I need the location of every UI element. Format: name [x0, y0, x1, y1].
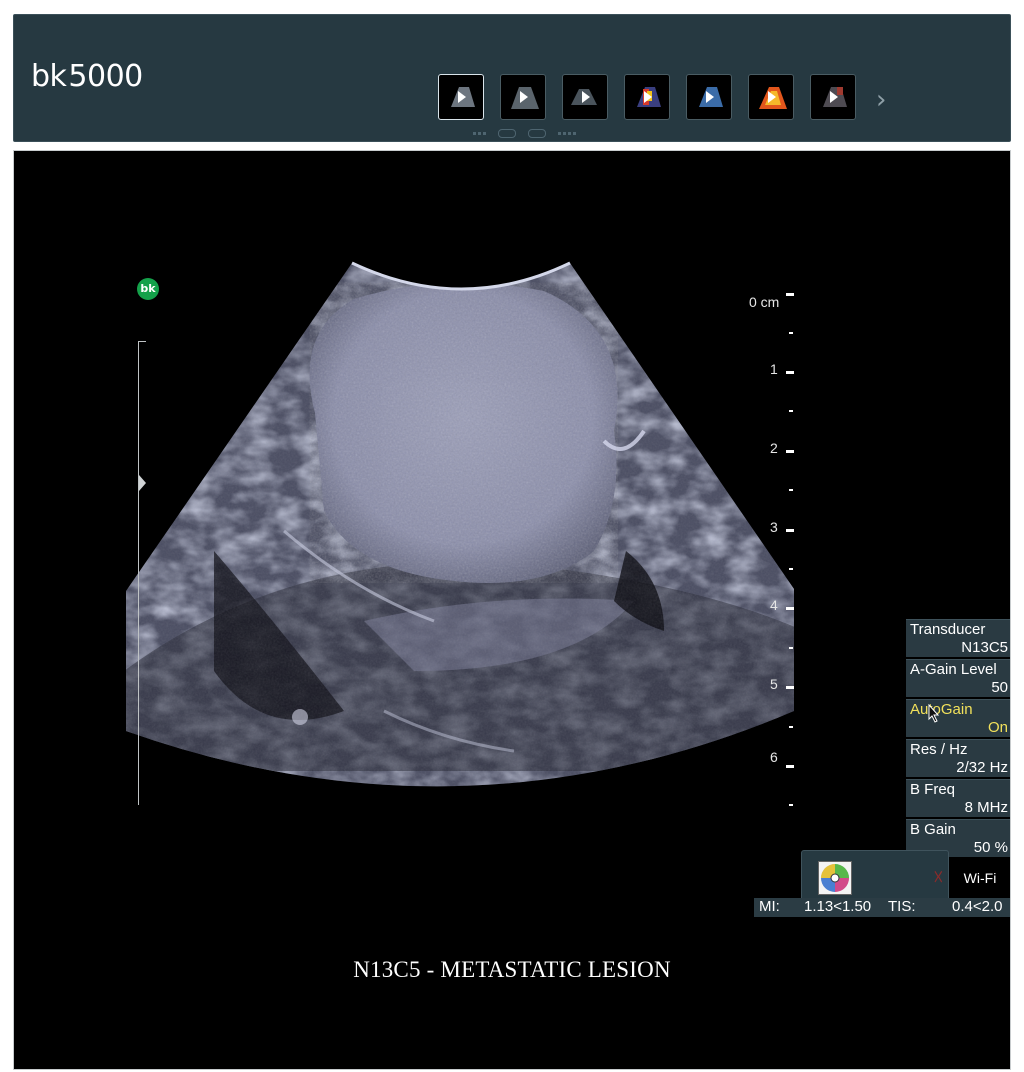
- param-b-freq[interactable]: B Freq 8 MHz: [906, 779, 1010, 817]
- param-value: N13C5: [961, 639, 1008, 656]
- depth-tick: [786, 529, 794, 532]
- ultrasound-viewer: bk 0 cm 1 2 3 4 5 6 Transducer N13C5 A-G…: [13, 150, 1011, 1070]
- param-again-level[interactable]: A-Gain Level 50: [906, 659, 1010, 697]
- param-label: Transducer: [910, 621, 986, 638]
- sector-scan: [126, 263, 794, 787]
- param-value: 50 %: [973, 839, 1008, 856]
- page-indicator[interactable]: [528, 129, 546, 138]
- param-value: 50: [991, 679, 1008, 696]
- depth-label-2: 2: [770, 440, 778, 456]
- safety-index-bar: MI: 1.13<1.50 TIS: 0.4<2.0: [754, 898, 1010, 917]
- image-caption: N13C5 - METASTATIC LESION: [353, 957, 671, 982]
- clip-thumbnail[interactable]: [624, 74, 670, 120]
- logo-model: 5000: [68, 59, 143, 94]
- param-value: 8 MHz: [964, 799, 1008, 816]
- page-indicator[interactable]: [498, 129, 516, 138]
- depth-tick: [789, 410, 793, 412]
- param-label: B Gain: [910, 821, 956, 838]
- mi-label: MI:: [759, 898, 780, 915]
- bk5000-logo: bk5000: [31, 59, 143, 94]
- tis-label: TIS:: [888, 898, 916, 915]
- depth-tick: [789, 804, 793, 806]
- focus-marker-icon[interactable]: [139, 475, 146, 491]
- depth-tick: [786, 371, 794, 374]
- depth-tick: [786, 450, 794, 453]
- depth-tick: [789, 489, 793, 491]
- chevron-right-icon[interactable]: ›: [876, 85, 886, 115]
- clip-thumbnail-strip: [438, 74, 872, 120]
- clip-thumbnail[interactable]: [810, 74, 856, 120]
- depth-tick: [786, 293, 794, 296]
- depth-label-4: 4: [770, 597, 778, 613]
- page-indicator[interactable]: [558, 132, 576, 135]
- param-transducer[interactable]: Transducer N13C5: [906, 619, 1010, 657]
- clip-thumbnail[interactable]: [686, 74, 732, 120]
- depth-tick: [789, 332, 793, 334]
- depth-label-5: 5: [770, 676, 778, 692]
- depth-tick: [789, 647, 793, 649]
- param-res-hz[interactable]: Res / Hz 2/32 Hz: [906, 739, 1010, 777]
- depth-tick: [786, 765, 794, 768]
- bk-logo-badge: bk: [137, 278, 159, 300]
- ultrasound-image: [126, 261, 794, 787]
- param-label: A-Gain Level: [910, 661, 997, 678]
- depth-tick: [786, 607, 794, 610]
- param-value: 2/32 Hz: [956, 759, 1008, 776]
- depth-tick: [786, 686, 794, 689]
- network-disconnected-icon[interactable]: ☓: [933, 865, 944, 889]
- disc-icon[interactable]: [818, 861, 852, 895]
- param-value: On: [987, 719, 1008, 736]
- top-bar: bk5000 ›: [13, 14, 1011, 142]
- logo-prefix: bk: [31, 59, 67, 94]
- clip-thumbnail[interactable]: [562, 74, 608, 120]
- focus-scale-tick: [138, 341, 146, 342]
- param-label: B Freq: [910, 781, 956, 798]
- param-autogain[interactable]: AutoGain On: [906, 699, 1010, 737]
- clip-thumbnail[interactable]: [748, 74, 794, 120]
- depth-label-1: 1: [770, 361, 778, 377]
- param-label: Res / Hz: [910, 741, 968, 758]
- depth-label-6: 6: [770, 749, 778, 765]
- clip-thumbnail[interactable]: [500, 74, 546, 120]
- tis-value: 0.4<2.0: [952, 898, 1003, 915]
- wifi-button[interactable]: Wi-Fi: [951, 863, 1009, 893]
- clip-thumbnail[interactable]: [438, 74, 484, 120]
- mi-value: 1.13<1.50: [804, 898, 872, 915]
- depth-label-3: 3: [770, 519, 778, 535]
- mouse-pointer-icon: [928, 704, 940, 723]
- page-indicators: [473, 129, 588, 138]
- focus-scale-line: [138, 341, 139, 805]
- page-indicator[interactable]: [473, 132, 486, 135]
- depth-tick: [789, 568, 793, 570]
- depth-label-0: 0 cm: [749, 294, 780, 310]
- depth-tick: [789, 726, 793, 728]
